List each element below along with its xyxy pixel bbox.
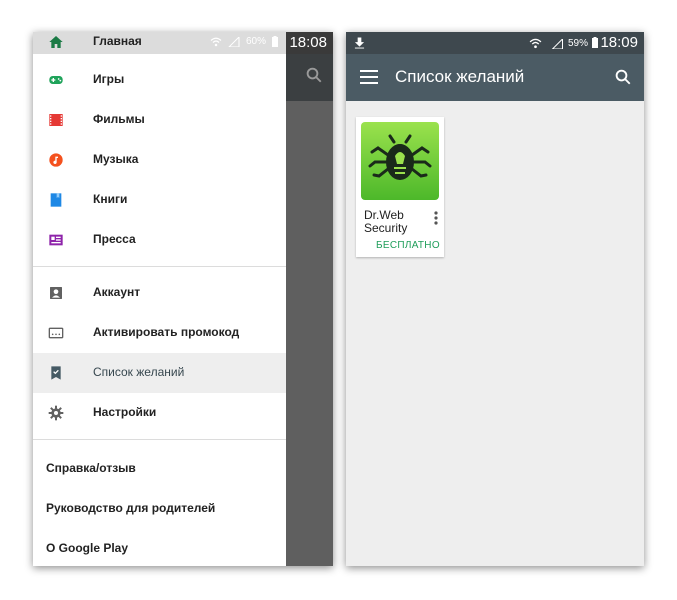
right-status-bar: 59% 18:09 xyxy=(346,32,644,54)
drawer-item-settings[interactable]: Настройки xyxy=(33,393,286,433)
redeem-icon xyxy=(48,327,64,339)
drawer-item-movies[interactable]: Фильмы xyxy=(33,100,286,140)
drawer-item-label: Аккаунт xyxy=(93,285,141,299)
drawer-item-label: Фильмы xyxy=(93,112,145,126)
home-icon xyxy=(49,36,63,48)
settings-icon xyxy=(48,405,64,421)
navigation-drawer: 60% Главная Игры Фильмы Музыка Книги Пре… xyxy=(33,32,286,566)
drawer-item-label: Пресса xyxy=(93,232,136,246)
drawer-item-label: Музыка xyxy=(93,152,139,166)
drawer-item-account[interactable]: Аккаунт xyxy=(33,273,286,313)
drawer-item-label: Игры xyxy=(93,72,125,86)
left-status-time: 18:08 xyxy=(289,34,327,51)
drawer-item-music[interactable]: Музыка xyxy=(33,140,286,180)
drawer-divider xyxy=(33,439,286,440)
drawer-item-books[interactable]: Книги xyxy=(33,180,286,220)
drawer-item-newsstand[interactable]: Пресса xyxy=(33,220,286,260)
left-phone-screen: 18:08 60% Главная Игры Фильмы Музыка Кни… xyxy=(33,32,333,566)
app-icon-drweb xyxy=(361,122,439,200)
right-phone-screen: 59% 18:09 Список желаний Dr.Web Security… xyxy=(346,32,644,566)
drawer-item-label: Книги xyxy=(93,192,128,206)
menu-icon[interactable] xyxy=(360,70,378,84)
wifi-icon xyxy=(529,38,542,49)
signal-icon xyxy=(551,39,563,49)
app-name: Dr.Web Security xyxy=(364,208,408,235)
newsstand-icon xyxy=(49,234,63,246)
gamepad-icon xyxy=(49,76,63,84)
app-card-drweb[interactable]: Dr.Web Security БЕСПЛАТНО xyxy=(356,117,444,257)
drawer-link-parent-guide[interactable]: Руководство для родителей xyxy=(46,501,215,515)
drawer-item-label: Активировать промокод xyxy=(93,325,240,339)
wishlist-icon xyxy=(51,366,61,380)
drawer-item-label: Настройки xyxy=(93,405,157,419)
search-icon[interactable] xyxy=(305,66,323,84)
overflow-menu-icon[interactable] xyxy=(434,211,438,225)
search-icon[interactable] xyxy=(614,68,632,86)
page-title: Список желаний xyxy=(395,67,525,86)
right-status-time: 18:09 xyxy=(600,34,638,51)
right-battery-percent: 59% xyxy=(567,38,588,49)
music-icon xyxy=(49,153,63,167)
film-icon xyxy=(49,114,63,126)
drawer-link-about[interactable]: О Google Play xyxy=(46,541,128,555)
drawer-item-redeem[interactable]: Активировать промокод xyxy=(33,313,286,353)
spider-logo-icon xyxy=(368,134,432,180)
drawer-item-label: Главная xyxy=(93,34,142,48)
account-icon xyxy=(50,287,62,299)
app-price: БЕСПЛАТНО xyxy=(376,240,440,251)
download-icon xyxy=(354,37,365,49)
drawer-item-wishlist[interactable]: Список желаний xyxy=(33,353,286,393)
drawer-item-home[interactable]: Главная xyxy=(33,32,286,60)
battery-icon xyxy=(592,37,598,48)
right-app-bar: Список желаний xyxy=(346,54,644,101)
book-icon xyxy=(50,193,62,207)
drawer-item-label: Список желаний xyxy=(93,365,185,379)
drawer-link-help[interactable]: Справка/отзыв xyxy=(46,461,136,475)
drawer-item-games[interactable]: Игры xyxy=(33,60,286,100)
drawer-divider xyxy=(33,266,286,267)
